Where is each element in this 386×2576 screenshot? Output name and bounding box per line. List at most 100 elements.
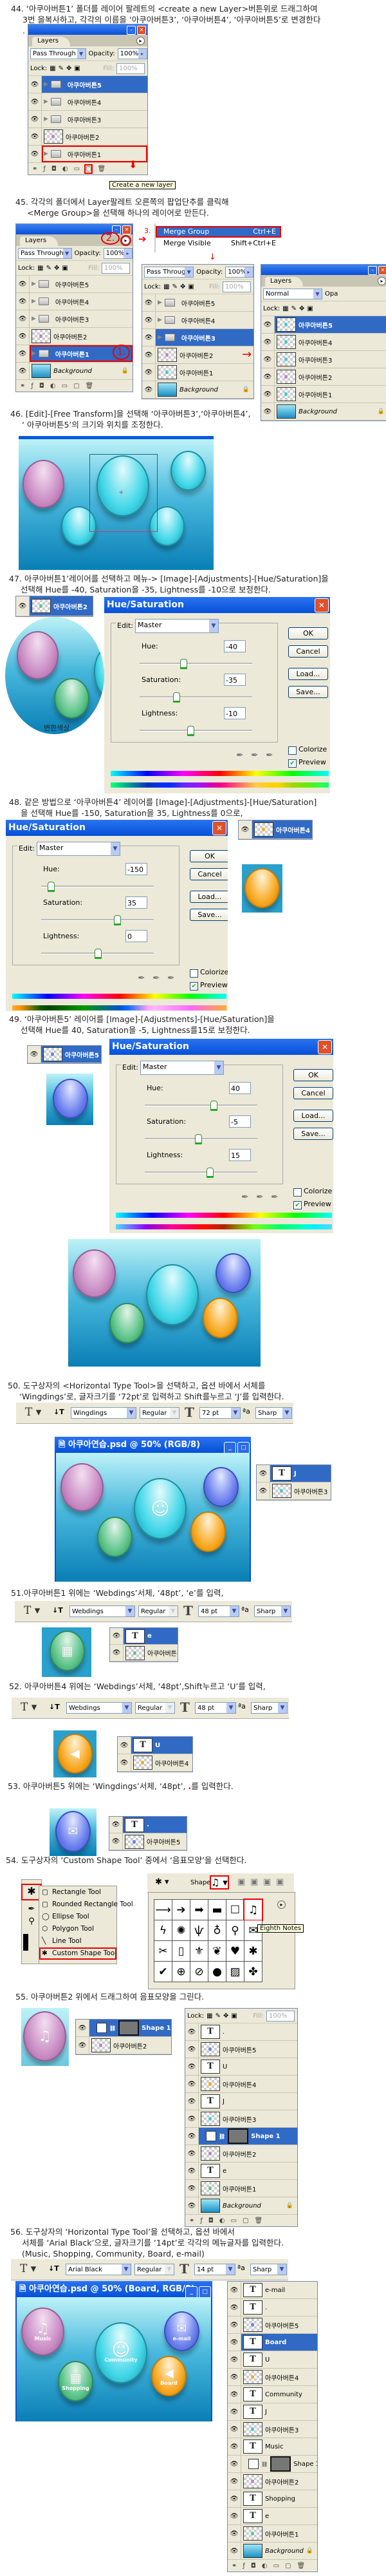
visibility-eye-icon[interactable]: 👁	[76, 2020, 89, 2036]
layer-row[interactable]: 👁 T J	[185, 2093, 297, 2110]
layer-row[interactable]: 👁 T.	[185, 2023, 297, 2041]
light-slider-thumb[interactable]	[187, 726, 194, 736]
layer-row[interactable]: 👁 ⛓ Shape 1	[76, 2020, 171, 2037]
eyedropper-minus-icon[interactable]: ✒	[271, 1192, 279, 1202]
layer-row[interactable]: 👁 아쿠아버튼4	[185, 2076, 297, 2093]
font-font-select[interactable]: Wingdings ▼	[71, 1407, 136, 1419]
expand-triangle-icon[interactable]: ▶	[158, 299, 162, 306]
visibility-eye-icon[interactable]: 👁	[261, 386, 275, 402]
expand-triangle-icon[interactable]: ▶	[32, 316, 36, 322]
layer-row[interactable]: 👁 아쿠아버튼4	[228, 2369, 317, 2386]
layer-row[interactable]: 👁 ▶ 아쿠아버튼5	[28, 76, 147, 93]
visibility-eye-icon[interactable]: 👁	[109, 1817, 123, 1833]
opacity-input[interactable]: 100% ▸	[103, 247, 133, 259]
visibility-eye-icon[interactable]: 👁	[185, 2023, 199, 2040]
minimize-button[interactable]: –	[127, 26, 136, 35]
edit-select[interactable]: Master ▼	[37, 842, 120, 856]
blend-mode-select[interactable]: Pass Through ▼	[18, 247, 72, 259]
shape-mode-intersect-icon[interactable]: ▣	[263, 1877, 271, 1887]
shape-eighth-notes-icon[interactable]: ♫	[243, 1899, 263, 1921]
layer-row[interactable]: 👁 Te	[110, 1628, 178, 1645]
cancel-button[interactable]: Cancel	[190, 868, 228, 880]
text-orientation-icon[interactable]: ↓T	[52, 1606, 63, 1615]
lock-transparency-icon[interactable]: ▦	[163, 283, 169, 290]
layer-row[interactable]: 👁 T U	[118, 1737, 192, 1754]
font-aa-select[interactable]: Sharp ▼	[254, 1605, 291, 1617]
visibility-eye-icon[interactable]: 👁	[185, 2076, 199, 2092]
shape-speech-bubble-icon[interactable]: ●	[208, 1962, 226, 1982]
layer-row[interactable]: 👁 Background 🔒	[142, 381, 253, 399]
font-size-select[interactable]: 14 pt ▼	[194, 2264, 235, 2275]
menu-item-ellipse-tool[interactable]: ◯ Ellipse Tool	[39, 1911, 116, 1923]
new-group-icon[interactable]: ▭	[273, 2562, 279, 2570]
shape-lightbulb-icon[interactable]: ♁	[208, 1920, 226, 1940]
load-button[interactable]: Load...	[293, 1110, 333, 1122]
trash-icon[interactable]: 🗑	[297, 2562, 305, 2570]
shape-mode-subtract-icon[interactable]: ▣	[250, 1877, 258, 1887]
type-tool-icon[interactable]: T ▾	[25, 1406, 41, 1419]
visibility-eye-icon[interactable]: 👁	[16, 345, 30, 362]
lock-transparency-icon[interactable]: ▦	[50, 65, 55, 72]
font-style-select[interactable]: Regular ▼	[134, 2264, 174, 2275]
layer-row[interactable]: 👁 T Community	[228, 2386, 317, 2403]
font-style-select[interactable]: Regular ▼	[140, 1407, 179, 1419]
visibility-eye-icon[interactable]: 👁	[16, 328, 30, 345]
layer-row[interactable]: 👁 T U	[185, 2058, 297, 2076]
lock-transparency-icon[interactable]: ▦	[282, 305, 288, 312]
adjustment-layer-icon[interactable]: ◐	[219, 2217, 225, 2224]
layer-row[interactable]: 👁 아쿠아버튼3	[185, 2110, 297, 2128]
visibility-eye-icon[interactable]: 👁	[142, 312, 156, 328]
trash-icon[interactable]: 🗑	[97, 166, 106, 173]
font-size-select[interactable]: 48 pt ▼	[195, 1702, 236, 1714]
expand-triangle-icon[interactable]: ▶	[44, 99, 48, 105]
layer-row[interactable]: 👁 Background 🔒	[16, 363, 133, 380]
visibility-eye-icon[interactable]: 👁	[185, 2093, 199, 2110]
ok-button[interactable]: OK	[190, 850, 228, 862]
visibility-eye-icon[interactable]: 👁	[228, 2473, 241, 2490]
lock-move-icon[interactable]: ✥	[180, 283, 185, 290]
colorize-checkbox[interactable]	[288, 746, 297, 755]
lock-all-icon[interactable]: ▣	[231, 2012, 237, 2020]
sat-slider-thumb[interactable]	[172, 692, 180, 703]
sat-slider[interactable]	[140, 692, 252, 703]
fill-input[interactable]: 100%	[223, 281, 251, 292]
layer-row[interactable]: 👁 아쿠아버튼5	[228, 2316, 317, 2334]
visibility-eye-icon[interactable]: 👁	[228, 2282, 241, 2298]
menu-item-custom-shape-tool[interactable]: ✱ Custom Shape Tool	[39, 1947, 116, 1960]
panel-menu-button[interactable]: ▸	[120, 235, 131, 246]
light-input[interactable]: 0	[125, 930, 147, 942]
new-group-icon[interactable]: ▭	[62, 383, 68, 390]
colorize-checkbox[interactable]	[293, 1188, 302, 1197]
lock-move-icon[interactable]: ✥	[54, 265, 59, 272]
shape-lightning-icon[interactable]: ϟ	[154, 1920, 172, 1940]
hue-input[interactable]: 40	[229, 1082, 251, 1094]
visibility-eye-icon[interactable]: 👁	[185, 2128, 199, 2145]
type-tool-icon[interactable]: T ▾	[21, 1701, 37, 1714]
shape-starburst-icon[interactable]: ✺	[172, 1920, 190, 1940]
visibility-eye-icon[interactable]: 👁	[185, 2145, 199, 2162]
lock-brush-icon[interactable]: ✎	[216, 2012, 221, 2020]
tab-layers[interactable]: Layers	[265, 277, 304, 287]
visibility-eye-icon[interactable]: 👁	[257, 1482, 270, 1499]
sat-input[interactable]: -35	[224, 674, 246, 686]
visibility-eye-icon[interactable]: 👁	[28, 1046, 41, 1063]
text-orientation-icon[interactable]: ↓T	[49, 1703, 60, 1711]
shape-heart-icon[interactable]: ♥	[226, 1941, 244, 1961]
layer-row[interactable]: 👁 아쿠아버튼1	[228, 2525, 317, 2543]
save-button[interactable]: Save...	[293, 1128, 333, 1140]
layer-style-icon[interactable]: ƒ	[243, 2562, 245, 2570]
menu-item-merge-visible[interactable]: Merge Visible Shift+Ctrl+E	[156, 238, 281, 249]
visibility-eye-icon[interactable]: 👁	[28, 111, 42, 128]
expand-triangle-icon[interactable]: ▶	[158, 317, 162, 323]
hue-slider-thumb[interactable]	[47, 882, 55, 892]
opacity-input[interactable]: 100% ▸	[117, 48, 147, 59]
visibility-eye-icon[interactable]: 👁	[76, 2037, 89, 2054]
layer-row[interactable]: 👁 아쿠아버튼5	[261, 316, 386, 334]
cancel-button[interactable]: Cancel	[293, 1087, 333, 1099]
tab-layers[interactable]: Layers	[32, 37, 71, 47]
shape-frame-icon[interactable]: ☐	[226, 1900, 244, 1920]
shape-arrow-thin-icon[interactable]: ⟶	[154, 1900, 172, 1920]
shape-arrow-icon[interactable]: ➔	[172, 1900, 190, 1920]
visibility-eye-icon[interactable]: 👁	[142, 346, 156, 363]
hue-input[interactable]: -150	[125, 863, 147, 875]
